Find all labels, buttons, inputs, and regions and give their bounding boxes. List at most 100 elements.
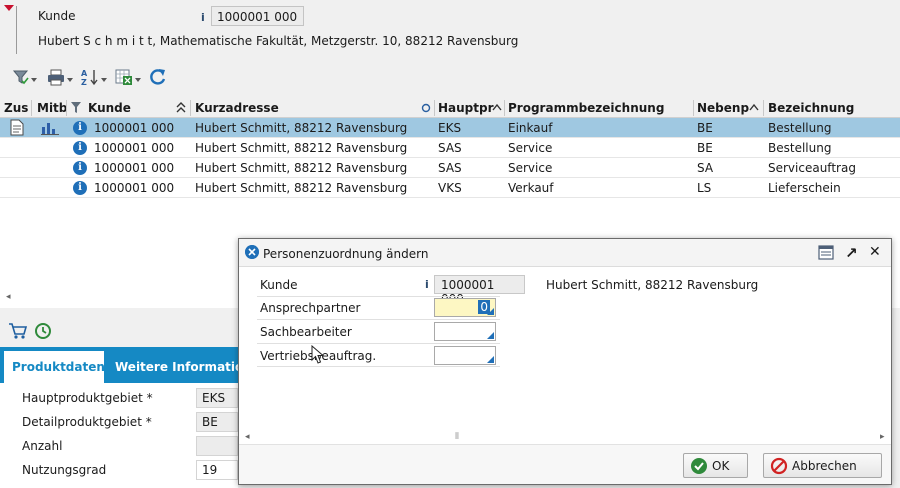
cancel-circle-icon [770, 457, 788, 474]
filter-button[interactable] [12, 66, 37, 88]
export-button[interactable] [114, 66, 141, 88]
info-icon[interactable]: i [73, 141, 87, 155]
detailproduktgebiet-field[interactable]: BE [196, 412, 238, 432]
cell-programm: Verkauf [508, 181, 554, 195]
abbrechen-button-label: Abbrechen [792, 458, 857, 473]
close-icon[interactable]: ✕ [869, 244, 881, 264]
kunde-info-icon[interactable]: i [201, 11, 205, 24]
sort-up-icon[interactable] [749, 103, 759, 111]
sort-ascending-icon[interactable] [175, 102, 187, 113]
cell-bezeichnung: Lieferschein [768, 181, 841, 195]
dropdown-corner-icon[interactable] [487, 332, 494, 339]
header-divider [16, 6, 17, 54]
abbrechen-button[interactable]: Abbrechen [763, 453, 882, 478]
cell-kunde: 1000001 000 [94, 141, 175, 155]
column-separator[interactable] [763, 100, 764, 116]
table-header: Zus Mitb Kunde Kurzadresse Hauptpr Progr… [0, 98, 900, 118]
info-icon[interactable]: i [73, 161, 87, 175]
history-icon[interactable] [34, 322, 52, 340]
ansprechpartner-input[interactable]: 0 [434, 298, 496, 317]
sachbearbeiter-input[interactable] [434, 322, 496, 341]
sort-up-icon[interactable] [492, 103, 502, 111]
refresh-button[interactable] [148, 66, 168, 88]
form-label: Nutzungsgrad [22, 463, 107, 477]
personenzuordnung-dialog: Personenzuordnung ändern ↗ ✕ Kunde i 100… [238, 238, 892, 485]
col-header-mitb[interactable]: Mitb [37, 101, 67, 115]
form-label: Detailproduktgebiet * [22, 415, 152, 429]
cell-hauptpr: SAS [438, 141, 462, 155]
form-label: Hauptproduktgebiet * [22, 391, 153, 405]
app-logo-icon [245, 245, 259, 259]
dropdown-corner-icon[interactable] [487, 356, 494, 363]
dialog-kunde-name: Hubert Schmitt, 88212 Ravensburg [546, 278, 759, 292]
col-header-nebenp[interactable]: Nebenp [697, 101, 749, 115]
dialog-footer: OK Abbrechen [239, 444, 891, 484]
cell-nebenp: BE [697, 141, 713, 155]
chevron-down-icon [135, 78, 141, 82]
dialog-horizontal-scrollbar[interactable]: ◂ ⦀ ▸ [243, 432, 889, 444]
bar-chart-icon[interactable] [41, 122, 59, 135]
nutzungsgrad-field[interactable]: 19 [196, 460, 238, 480]
ansprechpartner-label: Ansprechpartner [260, 301, 361, 315]
window-layout-icon[interactable] [816, 243, 836, 263]
col-header-zus[interactable]: Zus [4, 101, 28, 115]
print-button[interactable] [46, 66, 73, 88]
table-row[interactable]: i 1000001 000 Hubert Schmitt, 88212 Rave… [0, 178, 900, 198]
column-separator[interactable] [434, 100, 435, 116]
cell-programm: Service [508, 161, 553, 175]
scroll-right-arrow-icon[interactable]: ▸ [880, 432, 885, 442]
col-header-programmbezeichnung[interactable]: Programmbezeichnung [508, 101, 664, 115]
anzahl-field[interactable] [196, 436, 238, 456]
check-circle-icon [691, 457, 707, 474]
col-header-bezeichnung[interactable]: Bezeichnung [768, 101, 854, 115]
maximize-icon[interactable]: ↗ [845, 244, 858, 264]
table-row[interactable]: i 1000001 000 Hubert Schmitt, 88212 Rave… [0, 158, 900, 178]
dialog-titlebar[interactable]: Personenzuordnung ändern ↗ ✕ [239, 239, 891, 267]
svg-text:A: A [81, 69, 88, 78]
table-row[interactable]: i 1000001 000 Hubert Schmitt, 88212 Rave… [0, 138, 900, 158]
sort-az-icon: A Z [81, 69, 98, 87]
info-icon[interactable]: i [73, 181, 87, 195]
cell-hauptpr: VKS [438, 181, 462, 195]
sort-button[interactable]: A Z [80, 66, 107, 88]
column-separator[interactable] [66, 100, 67, 116]
chevron-down-icon [101, 78, 107, 82]
chevron-down-icon [31, 78, 37, 82]
col-header-kunde[interactable]: Kunde [88, 101, 131, 115]
hauptproduktgebiet-field[interactable]: EKS [196, 388, 238, 408]
dialog-kunde-info-icon[interactable]: i [425, 278, 429, 291]
column-separator[interactable] [693, 100, 694, 116]
scroll-left-arrow-icon[interactable]: ◂ [245, 432, 250, 442]
chevron-down-icon [67, 78, 73, 82]
scroll-left-arrow-icon[interactable]: ◂ [6, 292, 11, 302]
scroll-thumb-grip[interactable]: ⦀ [455, 432, 459, 442]
form-label: Anzahl [22, 439, 63, 453]
document-icon[interactable] [10, 119, 24, 136]
vertriebsbeauftragter-input[interactable] [434, 346, 496, 365]
refresh-icon [150, 69, 166, 85]
collapse-marker-icon[interactable] [4, 5, 14, 11]
tab-produktdaten[interactable]: Produktdaten [4, 351, 105, 383]
kunde-address: Hubert S c h m i t t, Mathematische Faku… [38, 34, 519, 48]
sort-neutral-icon[interactable] [421, 103, 431, 113]
col-header-kurzadresse[interactable]: Kurzadresse [195, 101, 279, 115]
column-filter-icon[interactable] [70, 101, 82, 114]
column-separator[interactable] [190, 100, 191, 116]
filter-icon [12, 70, 29, 85]
kunde-value-field[interactable]: 1000001 000 [211, 6, 304, 26]
table-row[interactable]: i 1000001 000 Hubert Schmitt, 88212 Rave… [0, 118, 900, 138]
ok-button[interactable]: OK [683, 453, 748, 478]
export-excel-icon [115, 69, 132, 85]
dropdown-corner-icon[interactable] [487, 308, 494, 315]
ok-button-label: OK [712, 458, 730, 473]
mouse-cursor-icon [311, 345, 325, 364]
column-separator[interactable] [31, 100, 32, 116]
col-header-hauptpr[interactable]: Hauptpr [438, 101, 494, 115]
cell-hauptpr: EKS [438, 121, 462, 135]
column-separator[interactable] [504, 100, 505, 116]
cell-hauptpr: SAS [438, 161, 462, 175]
tab-weitere-informationen[interactable]: Weitere Information [115, 360, 252, 374]
customer-header: Kunde i 1000001 000 Hubert S c h m i t t… [0, 0, 900, 60]
info-icon[interactable]: i [73, 121, 87, 135]
cart-icon[interactable] [8, 322, 28, 340]
